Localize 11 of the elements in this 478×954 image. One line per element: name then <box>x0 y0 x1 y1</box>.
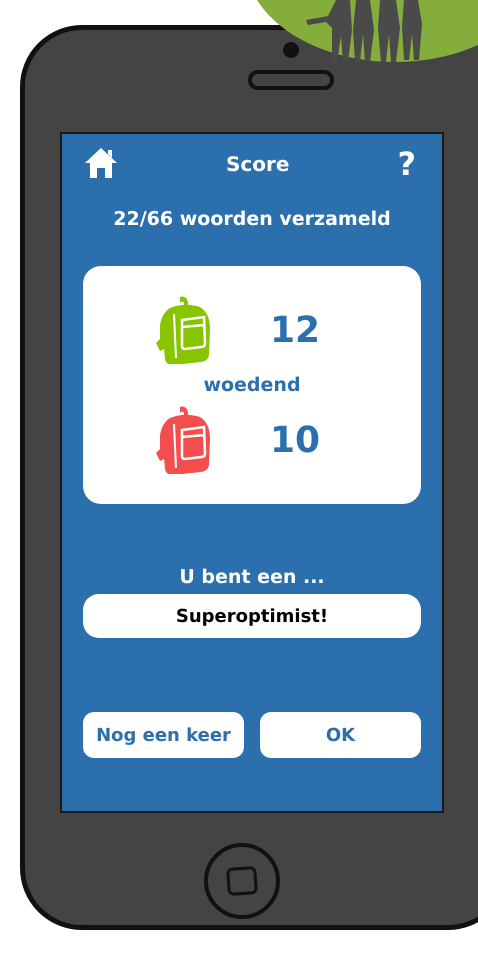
result-value: Superoptimist! <box>83 594 421 638</box>
score-count: 12 <box>270 310 322 350</box>
score-count: 10 <box>270 420 322 460</box>
camera-dot <box>283 42 299 58</box>
screen-title: Score <box>226 152 290 176</box>
retry-button[interactable]: Nog een keer <box>83 712 244 758</box>
progress-text: 22/66 woorden verzameld <box>112 208 392 230</box>
result-label: U bent een ... <box>178 566 326 588</box>
category-word: woedend <box>203 374 301 396</box>
ok-button[interactable]: OK <box>260 712 421 758</box>
help-button[interactable]: ? <box>397 145 416 183</box>
